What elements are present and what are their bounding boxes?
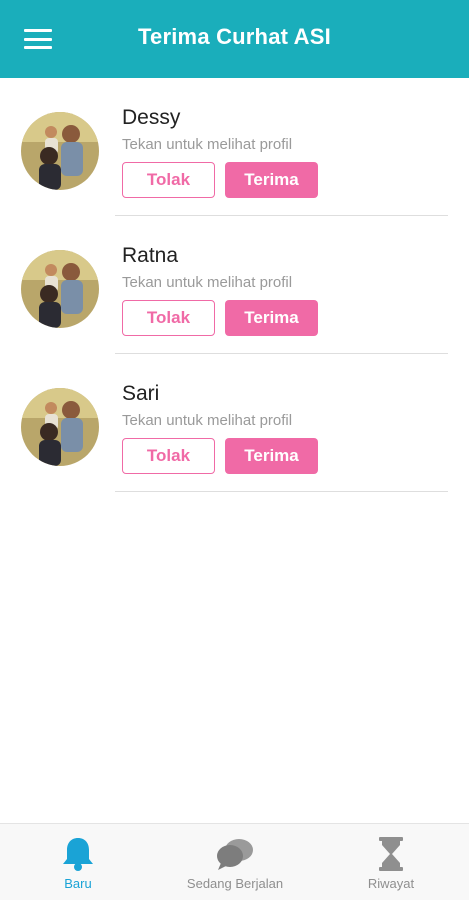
nav-tab-baru[interactable]: Baru <box>40 824 116 900</box>
avatar-photo <box>21 112 99 190</box>
avatar[interactable] <box>21 388 99 466</box>
reject-button[interactable]: Tolak <box>122 162 215 198</box>
avatar-photo <box>21 388 99 466</box>
app-bar: Terima Curhat ASI <box>0 0 469 78</box>
requester-name: Ratna <box>122 244 179 267</box>
list-item[interactable]: Dessy Tekan untuk melihat profil Tolak T… <box>0 78 469 216</box>
list-item[interactable]: Sari Tekan untuk melihat profil Tolak Te… <box>0 354 469 492</box>
bell-icon <box>61 836 95 872</box>
avatar[interactable] <box>21 112 99 190</box>
avatar-photo <box>21 250 99 328</box>
accept-button[interactable]: Terima <box>225 438 318 474</box>
reject-button[interactable]: Tolak <box>122 438 215 474</box>
chat-bubbles-icon <box>215 836 255 872</box>
nav-tab-sedang-berjalan[interactable]: Sedang Berjalan <box>165 824 305 900</box>
nav-tab-riwayat[interactable]: Riwayat <box>350 824 432 900</box>
reject-button[interactable]: Tolak <box>122 300 215 336</box>
profile-hint: Tekan untuk melihat profil <box>122 136 293 153</box>
bottom-nav: Baru Sedang Berjalan Riwayat <box>0 823 469 900</box>
request-list: Dessy Tekan untuk melihat profil Tolak T… <box>0 78 469 492</box>
avatar[interactable] <box>21 250 99 328</box>
accept-button[interactable]: Terima <box>225 162 318 198</box>
nav-label: Baru <box>64 876 92 891</box>
nav-label: Sedang Berjalan <box>186 876 284 891</box>
divider <box>115 491 448 492</box>
nav-label: Riwayat <box>367 876 415 891</box>
list-item[interactable]: Ratna Tekan untuk melihat profil Tolak T… <box>0 216 469 354</box>
page-title: Terima Curhat ASI <box>138 24 331 49</box>
profile-hint: Tekan untuk melihat profil <box>122 412 293 429</box>
profile-hint: Tekan untuk melihat profil <box>122 274 293 291</box>
requester-name: Sari <box>122 382 160 405</box>
accept-button[interactable]: Terima <box>225 300 318 336</box>
requester-name: Dessy <box>122 106 181 129</box>
hourglass-icon <box>376 836 406 872</box>
